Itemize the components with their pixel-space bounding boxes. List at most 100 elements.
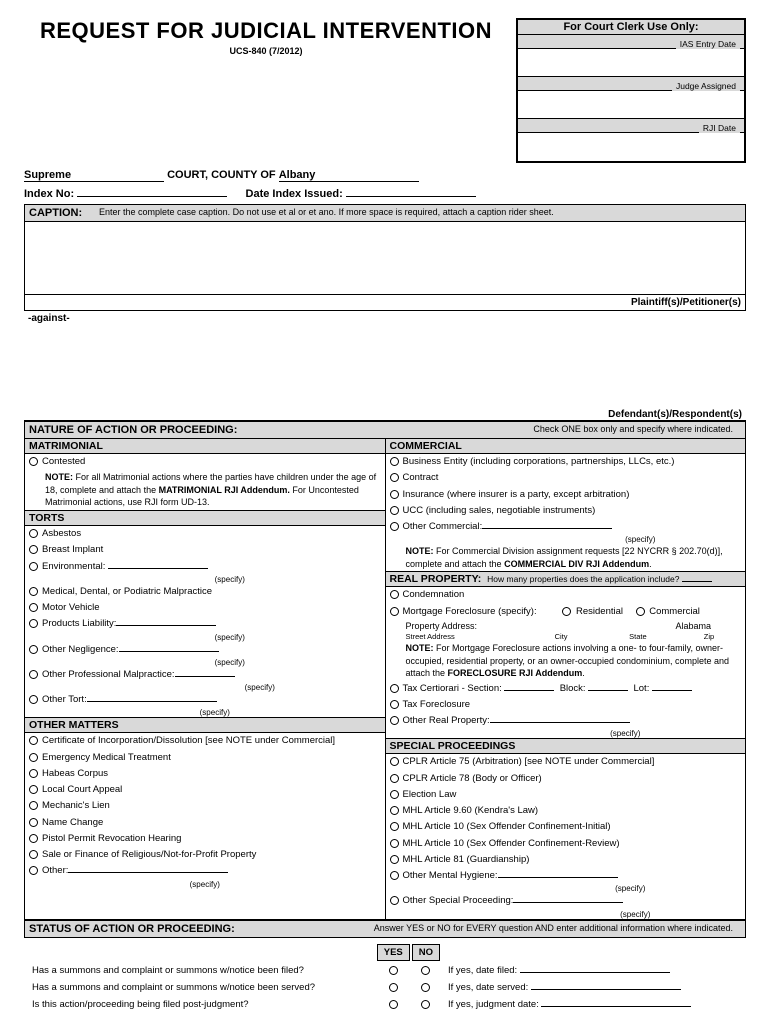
radio-env[interactable]: [29, 562, 38, 571]
prop-count-field[interactable]: [682, 581, 712, 582]
radio-other-tort[interactable]: [29, 695, 38, 704]
form-title: REQUEST FOR JUDICIAL INTERVENTION: [24, 18, 508, 44]
judge-field[interactable]: [518, 91, 744, 119]
q3-no[interactable]: [421, 1000, 430, 1009]
specify-label: (specify): [135, 575, 325, 584]
radio-mech[interactable]: [29, 801, 38, 810]
radio-asbestos[interactable]: [29, 529, 38, 538]
q2-followup: If yes, date served:: [448, 982, 528, 993]
radio-products[interactable]: [29, 619, 38, 628]
ias-entry-field[interactable]: [518, 49, 744, 77]
plaintiff-area[interactable]: [25, 222, 745, 294]
radio-tax-cert[interactable]: [390, 684, 399, 693]
q1-yes[interactable]: [389, 966, 398, 975]
radio-pistol[interactable]: [29, 834, 38, 843]
foreclosure-note: NOTE: For Mortgage Foreclosure actions i…: [386, 641, 746, 681]
radio-mhl81[interactable]: [390, 855, 399, 864]
radio-c78[interactable]: [390, 774, 399, 783]
other-sp-specify[interactable]: [513, 902, 623, 903]
radio-other-prof[interactable]: [29, 670, 38, 679]
radio-election[interactable]: [390, 790, 399, 799]
radio-name[interactable]: [29, 818, 38, 827]
radio-medical[interactable]: [29, 587, 38, 596]
plaintiff-label: Plaintiff(s)/Petitioner(s): [25, 294, 745, 310]
radio-biz[interactable]: [390, 457, 399, 466]
date-index-label: Date Index Issued:: [246, 188, 343, 200]
radio-mhl10r[interactable]: [390, 839, 399, 848]
radio-tax-fore[interactable]: [390, 700, 399, 709]
radio-motor[interactable]: [29, 603, 38, 612]
other-com-specify[interactable]: [482, 528, 612, 529]
radio-sale[interactable]: [29, 850, 38, 859]
radio-mhl10i[interactable]: [390, 822, 399, 831]
status-table: YES NO Has a summons and complaint or su…: [24, 942, 746, 1014]
clerk-use-box: For Court Clerk Use Only: IAS Entry Date…: [516, 18, 746, 163]
radio-contested[interactable]: [29, 457, 38, 466]
other-mh-specify[interactable]: [498, 877, 618, 878]
county-field[interactable]: Albany: [279, 169, 419, 182]
property-address-row: Property Address: Alabama: [386, 620, 746, 632]
radio-breast[interactable]: [29, 545, 38, 554]
prof-specify[interactable]: [175, 676, 235, 677]
radio-habeas[interactable]: [29, 769, 38, 778]
other-matter-specify[interactable]: [68, 872, 228, 873]
commercial-note: NOTE: For Commercial Division assignment…: [386, 544, 746, 571]
radio-commercial-prop[interactable]: [636, 607, 645, 616]
radio-other-real[interactable]: [390, 716, 399, 725]
products-specify[interactable]: [116, 625, 216, 626]
env-specify[interactable]: [108, 568, 208, 569]
matrimonial-header: MATRIMONIAL: [25, 439, 385, 454]
index-no-field[interactable]: [77, 196, 227, 197]
radio-other-neg[interactable]: [29, 645, 38, 654]
radio-local[interactable]: [29, 785, 38, 794]
q2-yes[interactable]: [389, 983, 398, 992]
radio-ins[interactable]: [390, 490, 399, 499]
neg-specify[interactable]: [119, 651, 219, 652]
section-field[interactable]: [504, 690, 554, 691]
q1-date-field[interactable]: [520, 972, 670, 973]
q3-date-field[interactable]: [541, 1006, 691, 1007]
radio-emerg[interactable]: [29, 753, 38, 762]
radio-c75[interactable]: [390, 757, 399, 766]
other-real-specify[interactable]: [490, 722, 630, 723]
other-matters-header: OTHER MATTERS: [25, 717, 385, 733]
radio-ucc[interactable]: [390, 506, 399, 515]
lot-field[interactable]: [652, 690, 692, 691]
q1-no[interactable]: [421, 966, 430, 975]
q2-text: Has a summons and complaint or summons w…: [26, 980, 375, 995]
against-label: -against-: [28, 313, 746, 324]
block-field[interactable]: [588, 690, 628, 691]
court-type-field[interactable]: Supreme: [24, 169, 164, 182]
court-label: COURT, COUNTY OF: [167, 169, 276, 181]
q2-no[interactable]: [421, 983, 430, 992]
radio-cert[interactable]: [29, 736, 38, 745]
yes-header: YES: [377, 944, 410, 961]
special-header: SPECIAL PROCEEDINGS: [386, 738, 746, 754]
radio-residential[interactable]: [562, 607, 571, 616]
date-index-field[interactable]: [346, 196, 476, 197]
radio-other-mh[interactable]: [390, 871, 399, 880]
q2-date-field[interactable]: [531, 989, 681, 990]
real-prop-header: REAL PROPERTY: How many properties does …: [386, 571, 746, 587]
form-code: UCS-840 (7/2012): [24, 46, 508, 56]
radio-mhl960[interactable]: [390, 806, 399, 815]
nature-sub: Check ONE box only and specify where ind…: [533, 424, 733, 434]
radio-contract[interactable]: [390, 473, 399, 482]
defendant-area[interactable]: Defendant(s)/Respondent(s): [24, 326, 746, 421]
q1-text: Has a summons and complaint or summons w…: [26, 963, 375, 978]
caption-box: CAPTION: Enter the complete case caption…: [24, 204, 746, 311]
nature-header: NATURE OF ACTION OR PROCEEDING: Check ON…: [24, 421, 746, 439]
tort-specify[interactable]: [87, 701, 217, 702]
radio-other-matter[interactable]: [29, 866, 38, 875]
radio-cond[interactable]: [390, 590, 399, 599]
address-labels: Street AddressCityStateZip: [386, 632, 746, 641]
radio-other-com[interactable]: [390, 522, 399, 531]
defendant-label: Defendant(s)/Respondent(s): [608, 409, 742, 420]
torts-header: TORTS: [25, 510, 385, 526]
q3-yes[interactable]: [389, 1000, 398, 1009]
rji-field[interactable]: [518, 133, 744, 161]
commercial-header: COMMERCIAL: [386, 439, 746, 454]
radio-other-sp[interactable]: [390, 896, 399, 905]
q3-text: Is this action/proceeding being filed po…: [26, 997, 375, 1012]
radio-mort[interactable]: [390, 607, 399, 616]
